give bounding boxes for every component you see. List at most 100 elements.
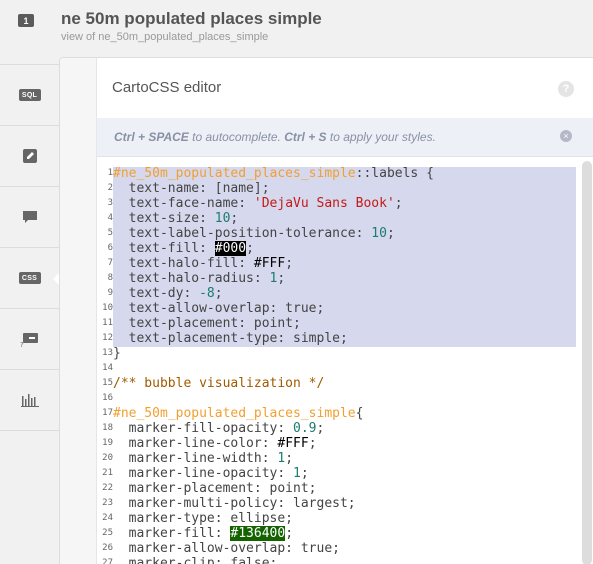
layer-title[interactable]: ne 50m populated places simple — [61, 9, 322, 29]
code-token: 0.9 — [293, 421, 317, 436]
code-line: marker-line-opacity: 1; — [113, 466, 309, 481]
line-number: 13 — [102, 348, 113, 358]
code-token: -8 — [199, 286, 215, 301]
code-token: { — [355, 406, 364, 421]
editor-scrollbar[interactable] — [582, 161, 592, 564]
line-number: 9 — [107, 288, 113, 298]
line-number: 26 — [102, 543, 113, 553]
code-token: marker-fill: — [113, 526, 231, 541]
infowindow-tab[interactable] — [0, 187, 59, 248]
line-number: 24 — [102, 513, 113, 523]
code-token: ; — [230, 211, 239, 226]
code-token: text-label-position-tolerance: — [113, 226, 372, 241]
line-number: 14 — [102, 363, 113, 373]
line-number: 15 — [102, 378, 113, 388]
code-line: marker-fill-opacity: 0.9; — [113, 421, 325, 436]
code-token: ; — [316, 421, 325, 436]
code-token: ; — [394, 196, 403, 211]
hint-bar: Ctrl + SPACE to autocomplete. Ctrl + S t… — [97, 118, 593, 157]
code-token: marker-line-opacity: — [113, 466, 294, 481]
code-token: ; — [285, 451, 294, 466]
cartocss-panel: CartoCSS editor ? Ctrl + SPACE to autoco… — [59, 57, 593, 564]
code-line: text-allow-overlap: true; — [113, 301, 325, 316]
code-line: text-fill: #000; — [113, 241, 254, 256]
code-line: text-name: [name]; — [113, 181, 270, 196]
code-editor[interactable]: 1 2 3 4 5 6 7 8 9 10 11 12 13 14 15 16 17 18 19 20 21 22 23 24 2… — [97, 157, 593, 564]
legend-tab[interactable]: ? — [0, 309, 59, 370]
line-number: 23 — [102, 498, 113, 508]
code-line: marker-type: ellipse; — [113, 511, 293, 526]
code-token: text-dy: — [113, 286, 200, 301]
code-token: marker-line-color: — [113, 436, 278, 451]
line-number: 19 — [102, 438, 113, 448]
code-token: text-placement: point; — [113, 316, 301, 331]
code-line: text-halo-fill: #FFF; — [113, 256, 293, 271]
panel-header: CartoCSS editor ? — [97, 58, 593, 119]
code-token: #FFF — [253, 256, 286, 271]
hint-close-icon[interactable]: × — [560, 130, 572, 142]
layer-number-badge: 1 — [18, 14, 34, 27]
comment-icon — [22, 211, 37, 223]
sql-tab[interactable]: SQL — [0, 65, 59, 126]
hint-autocomplete-text: to autocomplete. — [188, 130, 285, 144]
code-token: ; — [277, 271, 286, 286]
code-token: text-size: — [113, 211, 215, 226]
sql-icon: SQL — [18, 89, 41, 101]
code-token: ; — [214, 286, 223, 301]
code-token: text-face-name: — [113, 196, 254, 211]
code-token: ; — [285, 256, 294, 271]
code-token: ; — [386, 226, 395, 241]
css-icon: CSS — [18, 272, 41, 284]
code-token: marker-allow-overlap: true; — [113, 541, 340, 556]
code-token: #000 — [214, 241, 247, 256]
code-token: 'DejaVu Sans Book' — [253, 196, 395, 211]
line-number: 1 — [107, 168, 113, 178]
code-line: text-label-position-tolerance: 10; — [113, 226, 395, 241]
wizard-tab[interactable] — [0, 126, 59, 187]
code-line: marker-placement: point; — [113, 481, 317, 496]
code-line: text-placement: point; — [113, 316, 301, 331]
code-line: marker-line-width: 1; — [113, 451, 293, 466]
code-token: #FFF — [277, 436, 309, 451]
panel-left-strip — [60, 58, 97, 564]
line-number: 12 — [102, 333, 113, 343]
code-token: text-halo-radius: — [113, 271, 270, 286]
code-area[interactable]: #ne_50m_populated_places_simple::labels … — [113, 157, 593, 564]
code-token: text-placement-type: simple; — [113, 331, 348, 346]
line-number: 8 — [107, 273, 113, 283]
code-token: text-fill: — [113, 241, 215, 256]
line-number: 3 — [107, 198, 113, 208]
hint-shortcut-apply: Ctrl + S — [284, 130, 327, 144]
code-token: 10 — [214, 211, 231, 226]
active-tab-pointer — [53, 273, 59, 285]
line-number: 2 — [107, 183, 113, 193]
css-tab[interactable]: CSS — [0, 248, 59, 309]
code-token: ; — [285, 526, 294, 541]
left-rail: 1 SQL CSS ? — [0, 0, 59, 563]
code-line: text-placement-type: simple; — [113, 331, 348, 346]
code-line: } — [113, 346, 121, 361]
line-number-gutter: 1 2 3 4 5 6 7 8 9 10 11 12 13 14 15 16 17 18 19 20 21 22 23 24 2… — [97, 157, 113, 564]
code-line: #ne_50m_populated_places_simple{ — [113, 406, 363, 421]
filters-tab[interactable] — [0, 370, 59, 431]
help-button[interactable]: ? — [558, 81, 574, 97]
code-line: #ne_50m_populated_places_simple::labels … — [113, 166, 434, 181]
svg-text:?: ? — [20, 341, 24, 347]
line-number: 11 — [102, 318, 113, 328]
panel-title: CartoCSS editor — [112, 79, 222, 96]
line-number: 16 — [102, 393, 113, 403]
code-token: text-allow-overlap: true; — [113, 301, 325, 316]
code-line: marker-multi-policy: largest; — [113, 496, 356, 511]
code-token: ; — [308, 436, 317, 451]
line-number: 17 — [102, 408, 113, 418]
line-number: 7 — [107, 258, 113, 268]
edit-icon — [22, 149, 37, 163]
code-line: marker-fill: #136400; — [113, 526, 293, 541]
code-token: #ne_50m_populated_places_simple — [113, 166, 356, 181]
code-line: marker-line-color: #FFF; — [113, 436, 317, 451]
layer-number-slot: 1 — [0, 0, 59, 65]
code-token: marker-multi-policy: largest; — [113, 496, 356, 511]
line-number: 27 — [102, 558, 113, 564]
code-token: 1 — [293, 466, 301, 481]
hint-apply-text: to apply your styles. — [326, 130, 436, 144]
